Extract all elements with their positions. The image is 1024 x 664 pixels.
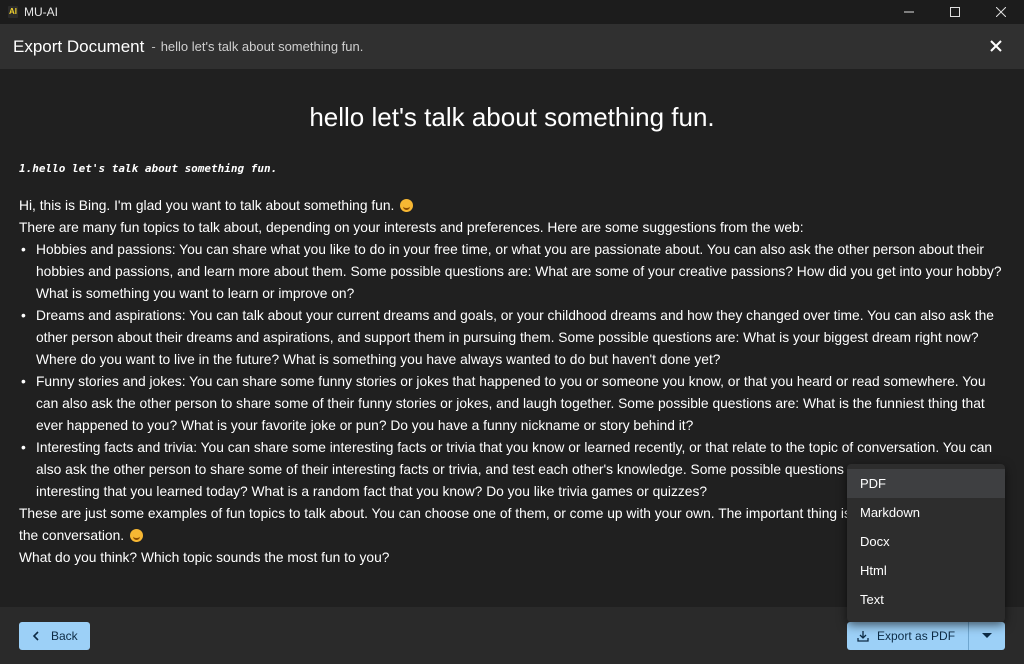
menu-item-text[interactable]: Text xyxy=(847,585,1005,614)
window-close-button[interactable] xyxy=(978,0,1024,24)
minimize-button[interactable] xyxy=(886,0,932,24)
export-button[interactable]: Export as PDF xyxy=(847,622,968,650)
back-button[interactable]: Back xyxy=(19,622,90,650)
dialog-title: Export Document xyxy=(13,36,145,56)
closing-text: These are just some examples of fun topi… xyxy=(19,506,987,543)
list-item: Hobbies and passions: You can share what… xyxy=(19,239,1009,305)
document-heading: 1.hello let's talk about something fun. xyxy=(19,162,278,175)
back-label: Back xyxy=(51,629,78,643)
smile-emoji-icon xyxy=(400,199,414,212)
window-controls xyxy=(886,0,1024,24)
menu-item-markdown[interactable]: Markdown xyxy=(847,498,1005,527)
lead-paragraph: There are many fun topics to talk about,… xyxy=(19,220,804,235)
maximize-icon xyxy=(950,7,960,17)
smile-emoji-icon xyxy=(129,529,143,542)
dialog-close-button[interactable] xyxy=(986,36,1006,56)
list-item: Funny stories and jokes: You can share s… xyxy=(19,371,1009,437)
dialog-header: Export Document - hello let's talk about… xyxy=(0,24,1024,69)
minimize-icon xyxy=(904,11,914,13)
close-icon xyxy=(996,7,1006,17)
intro-paragraph: Hi, this is Bing. I'm glad you want to t… xyxy=(19,195,1009,217)
caret-down-icon xyxy=(982,633,992,638)
close-icon xyxy=(990,40,1002,52)
menu-item-docx[interactable]: Docx xyxy=(847,527,1005,556)
app-title: MU-AI xyxy=(24,5,58,19)
menu-item-pdf[interactable]: PDF xyxy=(847,469,1005,498)
maximize-button[interactable] xyxy=(932,0,978,24)
chevron-left-icon xyxy=(32,631,44,641)
export-split-button: Export as PDF xyxy=(847,622,1005,650)
title-separator: - xyxy=(151,39,156,54)
menu-item-html[interactable]: Html xyxy=(847,556,1005,585)
export-format-menu: PDF Markdown Docx Html Text xyxy=(847,464,1005,622)
list-item: Dreams and aspirations: You can talk abo… xyxy=(19,305,1009,371)
title-bar: AI MU-AI xyxy=(0,0,1024,24)
export-label: Export as PDF xyxy=(877,629,956,643)
document-title: hello let's talk about something fun. xyxy=(309,102,715,132)
download-icon xyxy=(857,630,869,642)
app-logo: AI xyxy=(8,6,18,18)
dialog-subtitle: hello let's talk about something fun. xyxy=(160,39,364,54)
export-format-dropdown-button[interactable] xyxy=(969,622,1005,650)
intro-text: Hi, this is Bing. I'm glad you want to t… xyxy=(19,198,395,213)
